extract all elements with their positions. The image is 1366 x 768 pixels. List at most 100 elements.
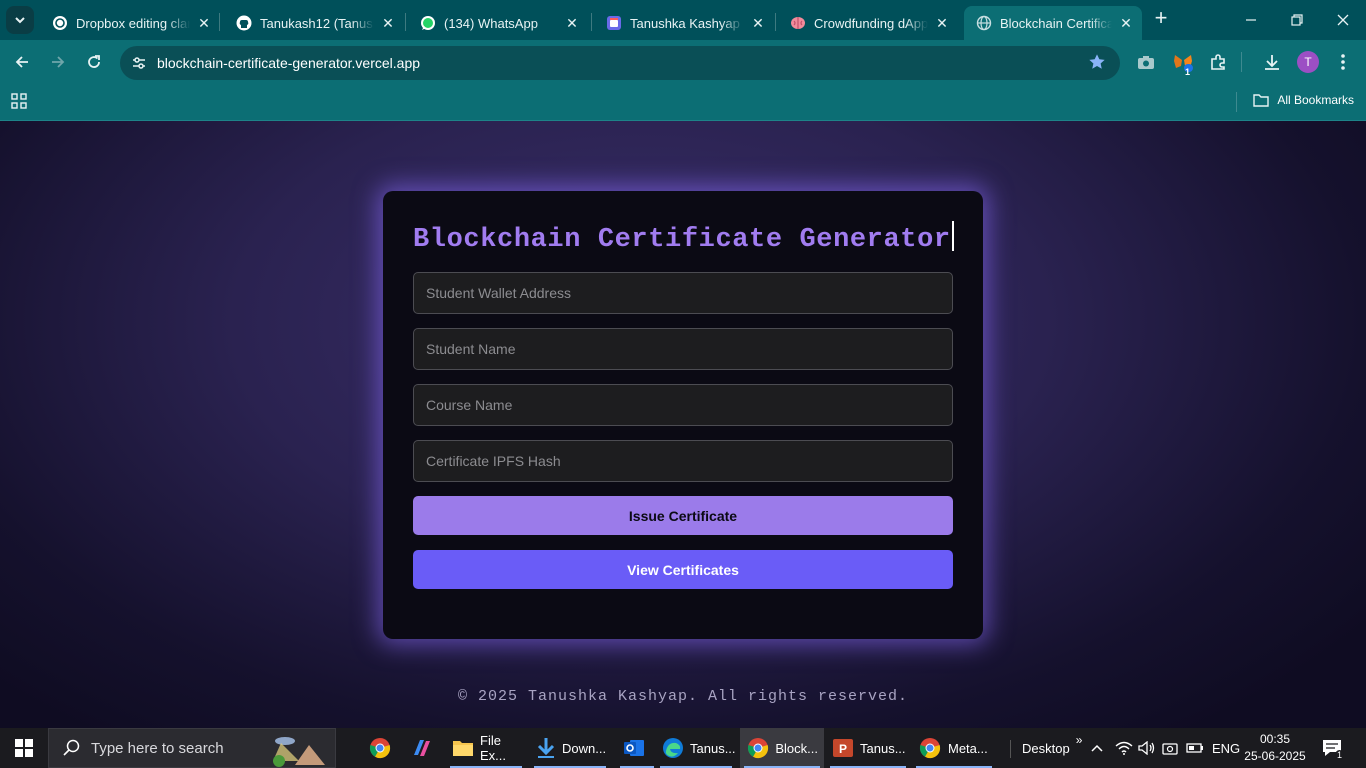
close-icon[interactable]: ✕ (750, 15, 766, 31)
new-tab-button[interactable]: + (1150, 7, 1172, 30)
restore-button[interactable] (1274, 0, 1320, 40)
minimize-button[interactable] (1228, 0, 1274, 40)
apps-grid-icon[interactable] (11, 93, 27, 114)
download-icon (1265, 55, 1279, 70)
network-status[interactable] (1115, 728, 1133, 768)
battery-status[interactable] (1186, 728, 1204, 768)
close-icon[interactable]: ✕ (564, 15, 580, 31)
address-bar[interactable]: blockchain-certificate-generator.vercel.… (120, 46, 1120, 80)
start-button[interactable] (0, 728, 48, 768)
powerpoint-icon: P (832, 736, 854, 760)
bookmarks-bar: All Bookmarks (0, 84, 1366, 121)
taskbar-chrome[interactable] (362, 728, 404, 768)
tab-crowdfunding[interactable]: Crowdfunding dApp ✕ (778, 6, 958, 40)
metamask-extension-button[interactable]: 1 (1168, 47, 1198, 77)
back-button[interactable] (7, 47, 37, 77)
tab-github[interactable]: Tanukash12 (Tanushka Kashyap) ✕ (224, 6, 404, 40)
site-settings-icon[interactable] (128, 52, 150, 74)
taskbar-separator (1010, 740, 1011, 758)
browser-toolbar: blockchain-certificate-generator.vercel.… (0, 40, 1366, 84)
speaker-icon (1138, 741, 1155, 755)
close-window-button[interactable] (1320, 0, 1366, 40)
taskbar-chrome-metamask[interactable]: Meta... (912, 728, 996, 768)
page-viewport: Blockchain Certificate Generator Issue C… (0, 121, 1366, 728)
chevron-down-icon (15, 17, 25, 24)
certificate-ipfs-hash-input[interactable] (413, 440, 953, 482)
taskbar-copilot[interactable] (404, 728, 446, 768)
camera-status[interactable] (1162, 728, 1178, 768)
show-hidden-icons-button[interactable] (1090, 728, 1104, 768)
course-name-input[interactable] (413, 384, 953, 426)
taskbar-clock[interactable]: 00:35 25-06-2025 (1240, 731, 1310, 765)
windows-icon (15, 739, 33, 757)
taskbar-search-box[interactable]: Type here to search (48, 728, 336, 768)
globe-icon (976, 15, 992, 31)
taskbar-chrome-blockchain[interactable]: Block... (740, 728, 824, 768)
taskbar-edge[interactable]: Tanus... (656, 728, 736, 768)
extensions-button[interactable] (1203, 47, 1233, 77)
battery-icon (1186, 743, 1203, 753)
bookmark-star-icon[interactable] (1088, 53, 1106, 76)
forward-button[interactable] (43, 47, 73, 77)
taskbar-app-label: Tanus... (860, 740, 906, 756)
close-icon[interactable]: ✕ (934, 15, 950, 31)
svg-text:P: P (839, 742, 847, 756)
tab-dropbox[interactable]: Dropbox editing clarification ✕ (40, 6, 220, 40)
issue-certificate-button[interactable]: Issue Certificate (413, 496, 953, 535)
chevron-up-icon (1091, 744, 1103, 752)
desktop-toolbar[interactable]: Desktop » (1022, 728, 1082, 768)
screenshot-button[interactable] (1131, 47, 1161, 77)
extension-badge: 1 (1185, 67, 1191, 77)
taskbar-outlook[interactable] (616, 728, 658, 768)
notification-count: 1 (1335, 750, 1345, 760)
clock-time: 00:35 (1259, 732, 1291, 746)
close-icon[interactable]: ✕ (380, 15, 396, 31)
student-wallet-address-input[interactable] (413, 272, 953, 314)
language-label: ENG (1212, 740, 1241, 756)
language-indicator[interactable]: ENG (1212, 728, 1240, 768)
close-icon[interactable]: ✕ (196, 15, 212, 31)
camera-icon (1138, 56, 1154, 69)
view-certificates-button[interactable]: View Certificates (413, 550, 953, 589)
tab-separator (591, 13, 592, 31)
taskbar-app-label: File Ex... (480, 733, 507, 763)
folder-icon (452, 736, 474, 760)
search-highlight-illustration (273, 737, 325, 767)
browser-menu-button[interactable] (1328, 47, 1358, 77)
avatar: T (1297, 51, 1319, 73)
copilot-icon (410, 736, 434, 760)
profile-button[interactable]: T (1293, 47, 1323, 77)
puzzle-icon (1211, 54, 1225, 70)
notification-center-button[interactable]: 1 (1322, 728, 1351, 768)
tab-whatsapp[interactable]: (134) WhatsApp ✕ (408, 6, 588, 40)
chevron-double-right-icon: » (1075, 733, 1083, 747)
outlook-icon (622, 736, 646, 760)
tab-acrobat[interactable]: Tanushka Kashyap - Acro ✕ (594, 6, 774, 40)
tab-search-button[interactable] (6, 6, 34, 34)
close-icon (1337, 14, 1349, 26)
taskbar-app-label: Meta... (948, 740, 988, 756)
tab-title: Dropbox editing clarification (76, 15, 190, 31)
all-bookmarks-label: All Bookmarks (1277, 93, 1354, 107)
close-icon[interactable]: ✕ (1118, 15, 1134, 31)
page-title: Blockchain Certificate Generator (413, 221, 954, 255)
all-bookmarks-button[interactable]: All Bookmarks (1253, 93, 1354, 107)
tab-title: Tanushka Kashyap - Acro (630, 15, 744, 31)
taskbar-file-explorer[interactable]: File Ex... (446, 728, 526, 768)
tab-blockchain-certificate[interactable]: Blockchain Certificate Generator ✕ (964, 6, 1142, 40)
taskbar-search-placeholder: Type here to search (91, 739, 224, 757)
taskbar-downloads[interactable]: Down... (530, 728, 610, 768)
download-icon (536, 736, 556, 760)
volume-control[interactable] (1138, 728, 1156, 768)
downloads-button[interactable] (1257, 47, 1287, 77)
tab-title: Tanukash12 (Tanushka Kashyap) (260, 15, 374, 31)
taskbar-powerpoint[interactable]: P Tanus... (826, 728, 910, 768)
tab-separator (775, 13, 776, 31)
student-name-input[interactable] (413, 328, 953, 370)
reload-button[interactable] (79, 47, 109, 77)
openai-icon (52, 15, 68, 31)
more-vert-icon (1341, 54, 1345, 70)
wifi-icon (1115, 741, 1133, 755)
tab-separator (405, 13, 406, 31)
clock-date: 25-06-2025 (1244, 749, 1306, 763)
